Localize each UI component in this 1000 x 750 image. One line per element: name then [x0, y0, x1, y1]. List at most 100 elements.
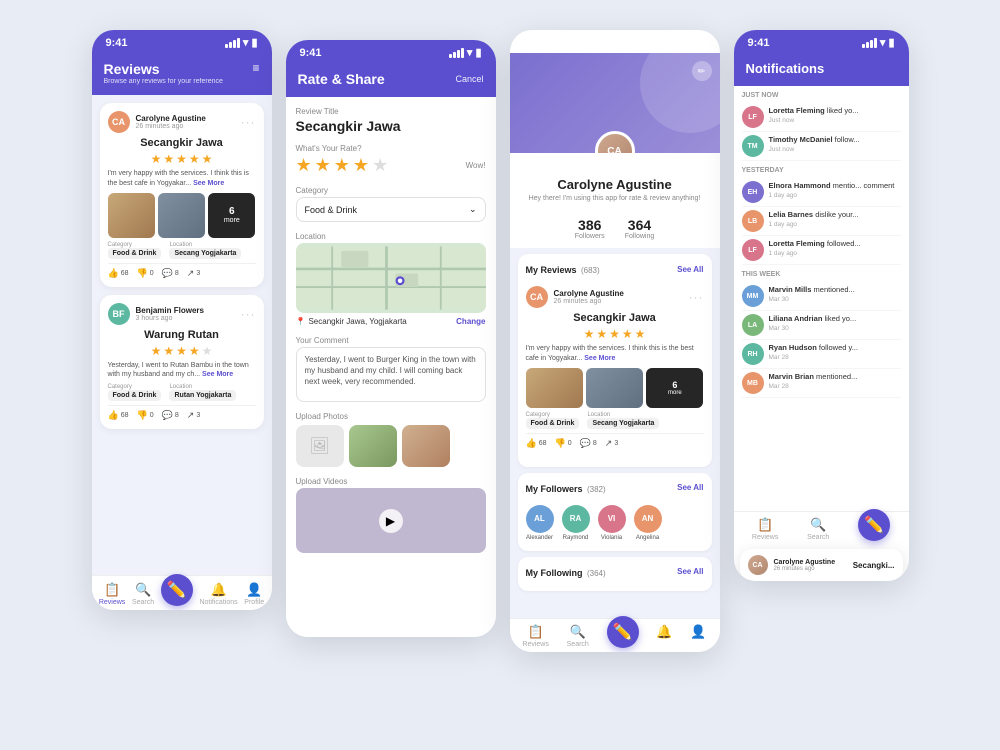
nav3-reviews[interactable]: 📋 Reviews — [522, 624, 548, 648]
pr-dislike[interactable]: 👎0 — [555, 438, 572, 449]
rate-star-3[interactable]: ★ — [334, 155, 350, 176]
nav-profile[interactable]: 👤 Profile — [244, 582, 264, 606]
menu-icon[interactable]: ≡ — [252, 61, 259, 75]
fab-icon-1: ✏️ — [167, 580, 187, 600]
profile-review-avatar: CA — [526, 286, 548, 308]
edit-profile-button[interactable]: ✏ — [692, 61, 712, 81]
category-form-label: Category — [296, 186, 486, 195]
notif-lelia[interactable]: LB Lelia Barnes dislike your... 1 day ag… — [742, 207, 901, 236]
user-name-2: Benjamin Flowers — [136, 306, 204, 315]
rate-star-4[interactable]: ★ — [353, 155, 369, 176]
category-select[interactable]: Food & Drink ⌄ — [296, 197, 486, 222]
follower-img-3: VI — [598, 505, 626, 533]
nav4-fab[interactable]: ✏️ — [858, 517, 890, 541]
nav-notifications[interactable]: 🔔 Notifications — [199, 582, 237, 606]
upload-photos-row: 🖼 — [296, 425, 486, 467]
rate-stars[interactable]: ★ ★ ★ ★ ★ — [296, 155, 389, 176]
like-action-1[interactable]: 👍 68 — [108, 268, 129, 279]
notif-marvin-brian[interactable]: MB Marvin Brian mentioned... Mar 28 — [742, 369, 901, 398]
notif-group-yesterday: YESTERDAY EH Elnora Hammond mentio... co… — [742, 167, 901, 265]
notif-loretta-2[interactable]: LF Loretta Fleming followed... 1 day ago — [742, 236, 901, 265]
primg-more: 6 more — [646, 368, 703, 408]
rate-share-header: Rate & Share Cancel — [286, 63, 496, 97]
notif-ryan[interactable]: RH Ryan Hudson followed y... Mar 28 — [742, 340, 901, 369]
share-icon-1: ↗ — [187, 268, 195, 279]
prmeta-cat-label: Category — [526, 412, 580, 418]
avatar-1: CA — [108, 111, 130, 133]
bottom-nav-1: 📋 Reviews 🔍 Search ✏️ 🔔 Notifications 👤 … — [92, 575, 272, 610]
comment-action-2[interactable]: 💬 8 — [162, 410, 179, 421]
comment-icon-2: 💬 — [162, 410, 173, 421]
card-user-2: BF Benjamin Flowers 3 hours ago ··· — [108, 303, 256, 325]
wifi-icon-2: ▾ — [467, 46, 473, 59]
my-following-header: My Following (364) See All — [526, 563, 704, 581]
my-following-count: (364) — [587, 569, 606, 578]
share-action-2[interactable]: ↗ 3 — [187, 410, 200, 421]
prs-4: ★ — [622, 327, 633, 341]
rate-star-1[interactable]: ★ — [296, 155, 312, 176]
profile-review-more[interactable]: ··· — [689, 290, 704, 304]
img-thumb-2 — [158, 193, 205, 238]
rate-star-5[interactable]: ★ — [372, 155, 388, 176]
card-title-1: Secangkir Jawa — [108, 137, 256, 149]
nav-reviews[interactable]: 📋 Reviews — [99, 582, 125, 606]
more-dots-2[interactable]: ··· — [241, 307, 256, 321]
cancel-button[interactable]: Cancel — [455, 74, 483, 84]
my-following-see-all[interactable]: See All — [677, 567, 703, 576]
pr-like[interactable]: 👍68 — [526, 438, 547, 449]
profile-content: My Reviews (683) See All CA Carolyne Agu… — [510, 248, 720, 618]
review-title-value: Secangkir Jawa — [296, 118, 486, 134]
like-action-2[interactable]: 👍 68 — [108, 410, 129, 421]
comment-action-1[interactable]: 💬 8 — [162, 268, 179, 279]
my-followers-see-all[interactable]: See All — [677, 483, 703, 492]
photo-thumb-2[interactable] — [402, 425, 450, 467]
notif-avatar-ryan: RH — [742, 343, 764, 365]
nav-fab-1[interactable]: ✏️ — [161, 582, 193, 606]
profile-hero-container: 9:41 ▾ ▮ ✏ CA — [510, 30, 720, 153]
review-card-1: CA Carolyne Agustine 26 minutes ago ··· … — [100, 103, 264, 287]
notif-marvin-mills[interactable]: MM Marvin Mills mentioned... Mar 30 — [742, 282, 901, 311]
pr-share[interactable]: ↗3 — [605, 438, 618, 449]
pr-comment[interactable]: 💬8 — [580, 438, 597, 449]
nav3-fab[interactable]: ✏️ — [607, 624, 639, 648]
fab-button-1[interactable]: ✏️ — [161, 574, 193, 606]
following-label: Following — [625, 233, 655, 240]
share-action-1[interactable]: ↗ 3 — [187, 268, 200, 279]
notif-liliana[interactable]: LA Liliana Andrian liked yo... Mar 30 — [742, 311, 901, 340]
play-button[interactable]: ▶ — [379, 509, 403, 533]
dislike-action-1[interactable]: 👎 0 — [137, 268, 154, 279]
follower-img-4: AN — [634, 505, 662, 533]
upload-placeholder[interactable]: 🖼 — [296, 425, 344, 467]
my-followers-section: My Followers (382) See All AL Alexander … — [518, 473, 712, 551]
notif-avatar-marvin-brian: MB — [742, 372, 764, 394]
notif-time-loretta-2: 1 day ago — [769, 250, 861, 257]
nav3-profile[interactable]: 👤 — [690, 624, 706, 648]
dislike-action-2[interactable]: 👎 0 — [137, 410, 154, 421]
notif-elnora[interactable]: EH Elnora Hammond mentio... comment 1 da… — [742, 178, 901, 207]
rate-section: What's Your Rate? ★ ★ ★ ★ ★ Wow! — [296, 144, 486, 176]
category-label: Category — [108, 242, 162, 248]
nav4-reviews[interactable]: 📋 Reviews — [752, 517, 778, 541]
notif-time-ryan: Mar 28 — [769, 354, 858, 361]
nav3-search[interactable]: 🔍 Search — [567, 624, 589, 648]
my-reviews-see-all[interactable]: See All — [677, 265, 703, 274]
nav4-search[interactable]: 🔍 Search — [807, 517, 829, 541]
fab-button-4[interactable]: ✏️ — [858, 509, 890, 541]
my-followers-title: My Followers — [526, 484, 583, 494]
review-title-label: Review Title — [296, 107, 486, 116]
nav3-notif[interactable]: 🔔 — [656, 624, 672, 648]
video-thumbnail[interactable]: ▶ — [296, 488, 486, 553]
nav-search[interactable]: 🔍 Search — [132, 582, 154, 606]
upload-videos-section: Upload Videos ▶ — [296, 477, 486, 553]
more-dots-1[interactable]: ··· — [241, 115, 256, 129]
comment-input[interactable]: Yesterday, I went to Burger King in the … — [296, 347, 486, 402]
photo-thumb-1[interactable] — [349, 425, 397, 467]
notif-timothy-1[interactable]: TM Timothy McDaniel follow... Just now — [742, 132, 901, 161]
img-thumb-more: 6 more — [208, 193, 255, 238]
profile-stats: 386 Followers 364 Following — [510, 217, 720, 240]
location-badge-2: Rutan Yogjakarta — [169, 390, 236, 401]
change-button[interactable]: Change — [456, 317, 485, 326]
fab-button-3[interactable]: ✏️ — [607, 616, 639, 648]
notif-loretta-1[interactable]: LF Loretta Fleming liked yo... Just now — [742, 103, 901, 132]
rate-star-2[interactable]: ★ — [315, 155, 331, 176]
